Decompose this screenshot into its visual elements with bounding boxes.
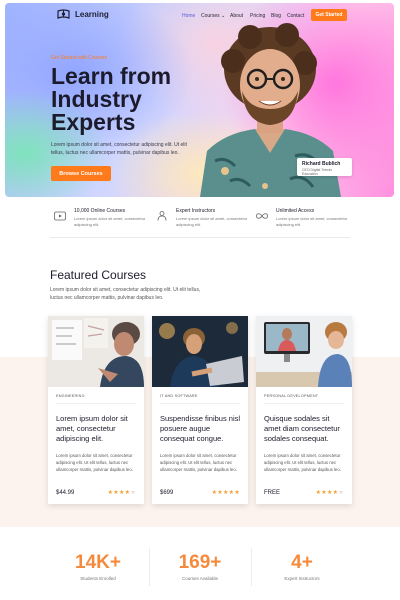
stat-item: 14K+ Students Enrolled [48,552,148,581]
course-description: Lorem ipsum dolor sit amet, consectetur … [56,453,133,472]
stat-item: 169+ Courses Available [150,552,250,581]
course-card[interactable]: PERSONAL DEVELOPMENT Quisque sodales sit… [256,316,352,504]
hero-eyebrow: Get Started with Courses [51,55,107,61]
star-icon: ★ [234,490,240,496]
feature-desc: Lorem ipsum dolor sit amet, consectetur … [176,216,248,227]
instructor-icon [157,211,167,221]
video-icon [54,211,66,221]
hero-section: Learning Home Courses ⌄ About Pricing Bl… [5,3,394,197]
course-image-personal-development [256,316,352,387]
course-image-engineering [48,316,144,387]
feature-desc: Lorem ipsum dolor sit amet, consectetur … [276,216,348,227]
stat-value: 169+ [178,552,222,573]
course-title[interactable]: Lorem ipsum dolor sit amet, consectetur … [56,414,138,444]
badge-role: CEO Digital Trends Education [302,168,332,176]
course-card[interactable]: ENGINEERING Lorem ipsum dolor sit amet, … [48,316,144,504]
course-title[interactable]: Suspendisse finibus nisl posuere augue c… [160,414,242,444]
nav-contact[interactable]: Contact [287,13,304,19]
course-card[interactable]: IT AND SOFTWARE Suspendisse finibus nisl… [152,316,248,504]
star-empty-icon: ★ [130,490,136,496]
course-description: Lorem ipsum dolor sit amet, consectetur … [160,453,237,472]
badge-name: Richard Bublich [302,161,341,167]
card-divider [56,403,136,404]
browse-courses-button[interactable]: Browse Courses [51,166,111,181]
stat-value: 14K+ [75,552,121,573]
feature-title: Expert Instructors [176,208,216,214]
featured-description: Lorem ipsum dolor sit amet, consectetur … [50,287,201,301]
stat-label: Courses Available [182,576,218,581]
course-price: $44.99 [56,490,75,496]
nav-pricing[interactable]: Pricing [250,13,265,19]
course-category: ENGINEERING [56,394,85,398]
instructor-badge: Richard Bublich CEO Digital Trends Educa… [297,158,352,176]
nav-blog[interactable]: Blog [271,13,281,19]
course-rating-stars: ★★★★★ [316,489,344,496]
course-rating-stars: ★★★★★ [212,489,240,496]
course-title[interactable]: Quisque sodales sit amet diam consectetu… [264,414,346,444]
stat-label: Students Enrolled [80,576,116,581]
get-started-button[interactable]: Get Started [311,9,347,21]
logo-icon[interactable] [57,9,70,20]
course-price: FREE [264,490,281,496]
hero-description: Lorem ipsum dolor sit amet, consectetur … [51,142,187,156]
course-image-it-software [152,316,248,387]
course-description: Lorem ipsum dolor sit amet, consectetur … [264,453,341,472]
stat-value: 4+ [291,552,313,573]
feature-desc: Lorem ipsum dolor sit amet, consectetur … [74,216,146,227]
nav-home[interactable]: Home [182,13,195,19]
nav-courses[interactable]: Courses ⌄ [201,13,225,19]
brand-name[interactable]: Learning [75,10,109,19]
star-empty-icon: ★ [338,490,344,496]
stat-label: Expert Instructors [284,576,320,581]
feature-title: 10,000 Online Courses [74,208,126,214]
course-price: $699 [160,490,174,496]
card-divider [264,403,344,404]
course-rating-stars: ★★★★★ [108,489,136,496]
nav-about[interactable]: About [230,13,243,19]
landing-page: Learning Home Courses ⌄ About Pricing Bl… [0,0,400,600]
feature-title: Unlimited Access [276,208,315,214]
course-category: PERSONAL DEVELOPMENT [264,394,319,398]
course-category: IT AND SOFTWARE [160,394,198,398]
featured-title: Featured Courses [50,268,147,282]
stat-item: 4+ Expert Instructors [252,552,352,581]
features-strip: 10,000 Online Courses Lorem ipsum dolor … [50,206,350,238]
card-divider [160,403,240,404]
infinity-icon [256,213,268,219]
